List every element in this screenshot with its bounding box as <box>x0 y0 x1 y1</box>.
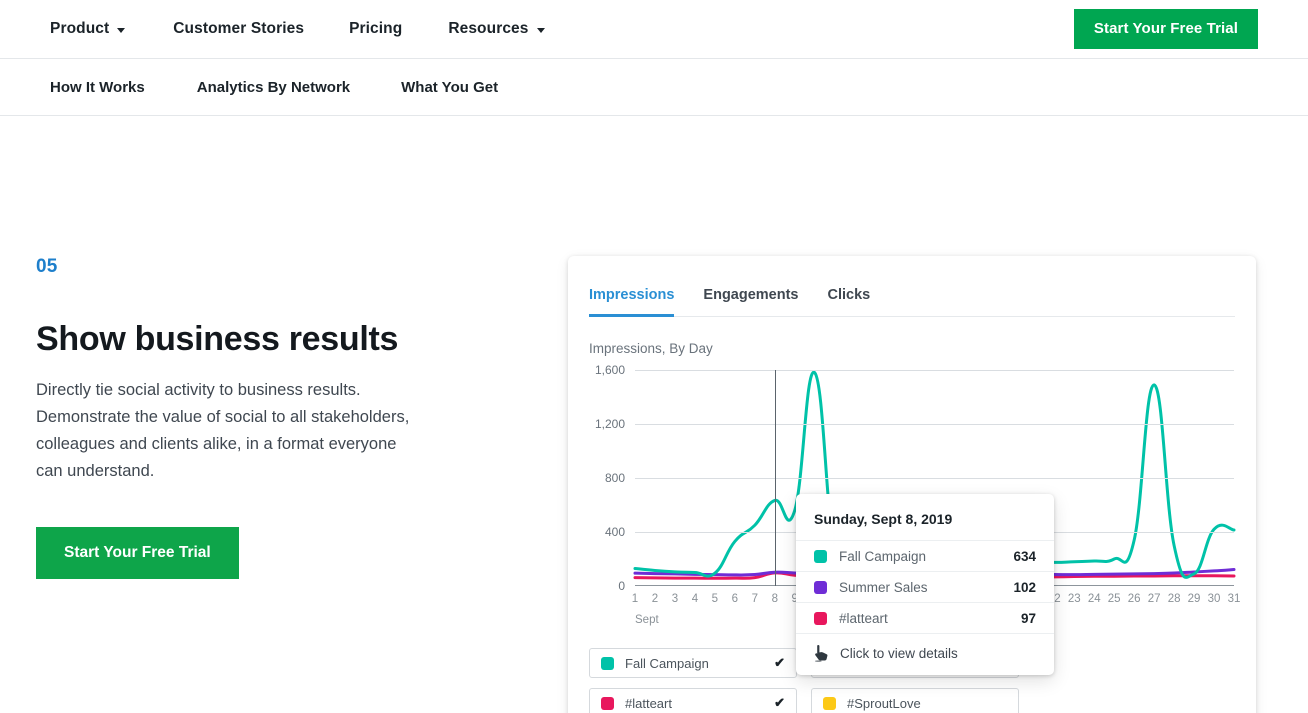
tooltip-series-value: 97 <box>1020 610 1036 626</box>
chart-caption: Impressions, By Day <box>589 341 713 356</box>
primary-navigation-bar: Product Customer Stories Pricing Resourc… <box>0 0 1308 59</box>
x-axis-tick-label: 26 <box>1127 593 1141 605</box>
x-axis-tick-label: 6 <box>731 593 739 605</box>
page-content: 05 Show business results Directly tie so… <box>0 116 1308 713</box>
x-axis-tick-label: 4 <box>691 593 699 605</box>
tooltip-series-label: #latteart <box>839 610 888 626</box>
tooltip-footer-label: Click to view details <box>840 646 958 661</box>
tooltip-series-value: 102 <box>1013 579 1036 595</box>
x-axis-tick-label: 25 <box>1107 593 1121 605</box>
tooltip-row-summer-sales: Summer Sales 102 <box>796 571 1054 602</box>
y-axis-tick-label: 1,200 <box>594 417 625 431</box>
legend-chip-label: #SproutLove <box>847 695 921 711</box>
chart-gridline <box>635 424 1234 425</box>
series-color-swatch <box>814 611 827 625</box>
x-axis-tick-label: 28 <box>1167 593 1181 605</box>
click-cursor-icon <box>814 645 828 662</box>
tooltip-series-value: 634 <box>1013 548 1036 564</box>
nav-item-product-label: Product <box>50 20 110 37</box>
series-color-swatch <box>601 656 614 670</box>
tooltip-series-label: Fall Campaign <box>839 548 927 564</box>
chart-tooltip: Sunday, Sept 8, 2019 Fall Campaign 634 S… <box>796 494 1054 675</box>
tab-impressions[interactable]: Impressions <box>589 287 675 317</box>
y-axis-tick-label: 400 <box>604 525 625 539</box>
series-color-swatch <box>814 549 827 563</box>
chart-gridline <box>635 478 1234 479</box>
y-axis-tick-label: 1,600 <box>594 363 625 377</box>
check-icon: ✔ <box>774 695 785 710</box>
x-axis-tick-label: 8 <box>771 593 778 605</box>
nav-item-customer-stories-label: Customer Stories <box>173 20 305 37</box>
x-axis-tick-label: 2 <box>651 593 659 605</box>
x-axis-tick-label: 29 <box>1187 593 1201 605</box>
subnav-item-what-you-get[interactable]: What You Get <box>401 79 498 96</box>
feature-description: Directly tie social activity to business… <box>36 381 410 481</box>
x-axis-tick-label: 3 <box>671 593 679 605</box>
nav-item-product[interactable]: Product <box>50 20 126 38</box>
nav-item-pricing-label: Pricing <box>349 20 403 37</box>
y-axis: 0 400 800 1,200 1,600 <box>589 363 633 593</box>
subnav-item-analytics-by-network[interactable]: Analytics By Network <box>197 79 350 96</box>
header-start-free-trial-button[interactable]: Start Your Free Trial <box>1073 9 1258 49</box>
y-axis-tick-label: 800 <box>604 471 625 485</box>
legend-chip-label: #latteart <box>625 695 672 711</box>
x-axis-tick-label: 24 <box>1087 593 1101 605</box>
tooltip-series-label: Summer Sales <box>839 579 928 595</box>
nav-item-resources[interactable]: Resources <box>448 20 545 38</box>
chart-gridline <box>635 370 1234 371</box>
chart-cursor-line <box>774 370 776 586</box>
x-axis-tick-label: 23 <box>1067 593 1081 605</box>
tooltip-row-latteart: #latteart 97 <box>796 602 1054 633</box>
secondary-navigation-bar: How It Works Analytics By Network What Y… <box>0 59 1308 116</box>
legend-chip-fall-campaign[interactable]: Fall Campaign ✔ <box>589 648 797 678</box>
x-axis-tick-label: 31 <box>1227 593 1241 605</box>
nav-item-pricing[interactable]: Pricing <box>349 20 402 38</box>
chevron-down-icon <box>536 27 545 33</box>
step-number: 05 <box>36 256 58 277</box>
x-axis-tick-label: 5 <box>711 593 719 605</box>
page-title: Show business results <box>36 320 399 358</box>
series-color-swatch <box>823 696 836 710</box>
legend-chip-latteart[interactable]: #latteart ✔ <box>589 688 797 713</box>
x-axis-tick-label: 27 <box>1147 593 1161 605</box>
x-axis-tick-label: 1 <box>631 593 639 605</box>
check-icon: ✔ <box>774 655 785 670</box>
y-axis-tick-label: 0 <box>618 579 625 593</box>
legend-chip-label: Fall Campaign <box>625 655 709 671</box>
x-axis-tick-label: 7 <box>751 593 758 605</box>
tab-engagements[interactable]: Engagements <box>703 287 798 317</box>
card-tab-bar: Impressions Engagements Clicks <box>589 256 1235 317</box>
tab-clicks[interactable]: Clicks <box>828 287 871 317</box>
tooltip-row-fall-campaign: Fall Campaign 634 <box>796 540 1054 571</box>
chart-plot-region: 0 400 800 1,200 1,600 Sunday, Sept 8, 2019 F… <box>589 363 1234 675</box>
tooltip-footer[interactable]: Click to view details <box>796 633 1054 675</box>
nav-item-customer-stories[interactable]: Customer Stories <box>173 20 304 38</box>
chevron-down-icon <box>117 27 126 33</box>
legend-chip-sproutlove[interactable]: #SproutLove <box>811 688 1019 713</box>
series-color-swatch <box>814 580 827 594</box>
body-start-free-trial-button[interactable]: Start Your Free Trial <box>36 527 239 579</box>
subnav-item-how-it-works[interactable]: How It Works <box>50 79 145 96</box>
feature-visual-column: Impressions Engagements Clicks Impressio… <box>560 116 1308 713</box>
nav-item-resources-label: Resources <box>448 20 529 37</box>
series-color-swatch <box>601 696 614 710</box>
analytics-card: Impressions Engagements Clicks Impressio… <box>568 256 1256 713</box>
tooltip-date-title: Sunday, Sept 8, 2019 <box>814 511 953 527</box>
x-axis-tick-label: 30 <box>1207 593 1221 605</box>
feature-text-column: 05 Show business results Directly tie so… <box>0 116 560 712</box>
